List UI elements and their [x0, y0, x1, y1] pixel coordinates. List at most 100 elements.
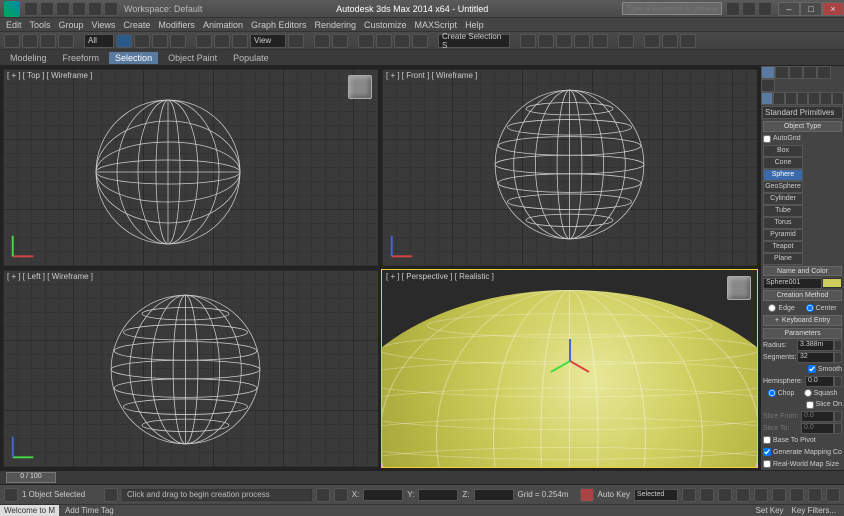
- scale-button[interactable]: [232, 34, 248, 48]
- create-tab-icon[interactable]: [761, 66, 775, 79]
- maxscript-listener[interactable]: Welcome to M Add Time Tag Set Key Key Fi…: [0, 504, 844, 516]
- move-button[interactable]: [196, 34, 212, 48]
- viewport-label[interactable]: [ + ] [ Perspective ] [ Realistic ]: [386, 272, 494, 281]
- center-radio[interactable]: Center: [806, 304, 837, 312]
- help-button[interactable]: [742, 2, 756, 16]
- maxscript-toggle-icon[interactable]: [4, 488, 18, 502]
- menu-tools[interactable]: Tools: [30, 20, 51, 30]
- edge-radio[interactable]: Edge: [768, 304, 794, 312]
- set-key-label[interactable]: Set Key: [756, 506, 784, 515]
- select-region-button[interactable]: [152, 34, 168, 48]
- smooth-checkbox[interactable]: Smooth: [808, 365, 842, 373]
- menu-customize[interactable]: Customize: [364, 20, 407, 30]
- play-icon[interactable]: [718, 488, 732, 502]
- redo-button[interactable]: [22, 34, 38, 48]
- hierarchy-tab-icon[interactable]: [789, 66, 803, 79]
- rollout-creation-method[interactable]: Creation Method: [763, 290, 842, 301]
- prim-teapot[interactable]: Teapot: [763, 241, 803, 253]
- keyboard-shortcut-button[interactable]: [332, 34, 348, 48]
- prim-sphere[interactable]: Sphere: [763, 169, 803, 181]
- viewcube-icon[interactable]: [727, 276, 751, 300]
- qat-button[interactable]: [56, 2, 70, 16]
- favorites-button[interactable]: [758, 2, 772, 16]
- add-time-tag[interactable]: Add Time Tag: [65, 506, 114, 515]
- viewport-label[interactable]: [ + ] [ Front ] [ Wireframe ]: [386, 71, 477, 80]
- base-to-pivot-checkbox[interactable]: Base To Pivot: [763, 436, 816, 444]
- shapes-subtab-icon[interactable]: [773, 92, 785, 105]
- transform-y-input[interactable]: [418, 489, 458, 501]
- undo-button[interactable]: [4, 34, 20, 48]
- app-menu-icon[interactable]: [4, 1, 20, 17]
- menu-maxscript[interactable]: MAXScript: [415, 20, 458, 30]
- modify-tab-icon[interactable]: [775, 66, 789, 79]
- geometry-subtab-icon[interactable]: [761, 92, 773, 105]
- layers-button[interactable]: [556, 34, 572, 48]
- prim-geosphere[interactable]: GeoSphere: [763, 181, 803, 193]
- ref-coord-dropdown[interactable]: View: [250, 34, 286, 48]
- spinner-icon[interactable]: [834, 340, 842, 351]
- rollout-object-type[interactable]: Object Type: [763, 121, 842, 132]
- prim-tube[interactable]: Tube: [763, 205, 803, 217]
- goto-end-icon[interactable]: [754, 488, 768, 502]
- segments-input[interactable]: 32: [797, 352, 834, 363]
- viewport-label[interactable]: [ + ] [ Top ] [ Wireframe ]: [7, 71, 92, 80]
- cameras-subtab-icon[interactable]: [797, 92, 809, 105]
- spinner-icon[interactable]: [834, 376, 842, 387]
- color-swatch[interactable]: [822, 278, 842, 288]
- select-manipulate-button[interactable]: [314, 34, 330, 48]
- select-object-button[interactable]: [116, 34, 132, 48]
- maximize-button[interactable]: □: [800, 2, 822, 16]
- menu-rendering[interactable]: Rendering: [315, 20, 357, 30]
- time-slider-handle[interactable]: 0 / 100: [6, 472, 56, 483]
- render-button[interactable]: [680, 34, 696, 48]
- select-by-name-button[interactable]: [134, 34, 150, 48]
- gen-map-coords-checkbox[interactable]: Generate Mapping Coords.: [763, 448, 842, 456]
- helpers-subtab-icon[interactable]: [808, 92, 820, 105]
- ribbon-freeform[interactable]: Freeform: [57, 52, 106, 64]
- viewport-label[interactable]: [ + ] [ Left ] [ Wireframe ]: [7, 272, 93, 281]
- nav-pan-icon[interactable]: [772, 488, 786, 502]
- curve-editor-button[interactable]: [574, 34, 590, 48]
- window-crossing-button[interactable]: [170, 34, 186, 48]
- utilities-tab-icon[interactable]: [761, 79, 775, 92]
- angle-snap-button[interactable]: [376, 34, 392, 48]
- isolate-icon[interactable]: [316, 488, 330, 502]
- viewcube-icon[interactable]: [348, 75, 372, 99]
- real-world-map-checkbox[interactable]: Real-World Map Size: [763, 460, 839, 468]
- squash-radio[interactable]: Squash: [804, 389, 838, 397]
- qat-button[interactable]: [24, 2, 38, 16]
- ribbon-selection[interactable]: Selection: [109, 52, 158, 64]
- workspace-selector[interactable]: Workspace: Default: [124, 4, 202, 14]
- mirror-button[interactable]: [520, 34, 536, 48]
- hemisphere-input[interactable]: 0.0: [805, 376, 834, 387]
- prim-cylinder[interactable]: Cylinder: [763, 193, 803, 205]
- rotate-button[interactable]: [214, 34, 230, 48]
- align-button[interactable]: [538, 34, 554, 48]
- menu-group[interactable]: Group: [59, 20, 84, 30]
- viewport-left[interactable]: [ + ] [ Left ] [ Wireframe ]: [2, 269, 379, 468]
- viewport-perspective[interactable]: [ + ] [ Perspective ] [ Realistic ]: [381, 269, 758, 468]
- percent-snap-button[interactable]: [394, 34, 410, 48]
- auto-key-label[interactable]: Auto Key: [598, 490, 630, 499]
- rollout-parameters[interactable]: Parameters: [763, 328, 842, 339]
- time-slider[interactable]: 0 / 100: [0, 470, 844, 484]
- rollout-keyboard-entry[interactable]: +Keyboard Entry: [763, 315, 842, 326]
- render-setup-button[interactable]: [644, 34, 660, 48]
- prim-box[interactable]: Box: [763, 145, 803, 157]
- qat-button[interactable]: [72, 2, 86, 16]
- category-dropdown[interactable]: Standard Primitives: [762, 106, 843, 119]
- ribbon-object-paint[interactable]: Object Paint: [162, 52, 223, 64]
- spinner-icon[interactable]: [834, 352, 842, 363]
- minimize-button[interactable]: –: [778, 2, 800, 16]
- prim-cone[interactable]: Cone: [763, 157, 803, 169]
- menu-edit[interactable]: Edit: [6, 20, 22, 30]
- ribbon-populate[interactable]: Populate: [227, 52, 275, 64]
- material-editor-button[interactable]: [618, 34, 634, 48]
- menu-animation[interactable]: Animation: [203, 20, 243, 30]
- systems-subtab-icon[interactable]: [832, 92, 844, 105]
- selection-filter-dropdown[interactable]: All: [84, 34, 114, 48]
- chop-radio[interactable]: Chop: [768, 389, 795, 397]
- object-name-input[interactable]: Sphere001: [763, 278, 822, 289]
- nav-orbit-icon[interactable]: [808, 488, 822, 502]
- named-selection-dropdown[interactable]: Create Selection S: [438, 34, 510, 48]
